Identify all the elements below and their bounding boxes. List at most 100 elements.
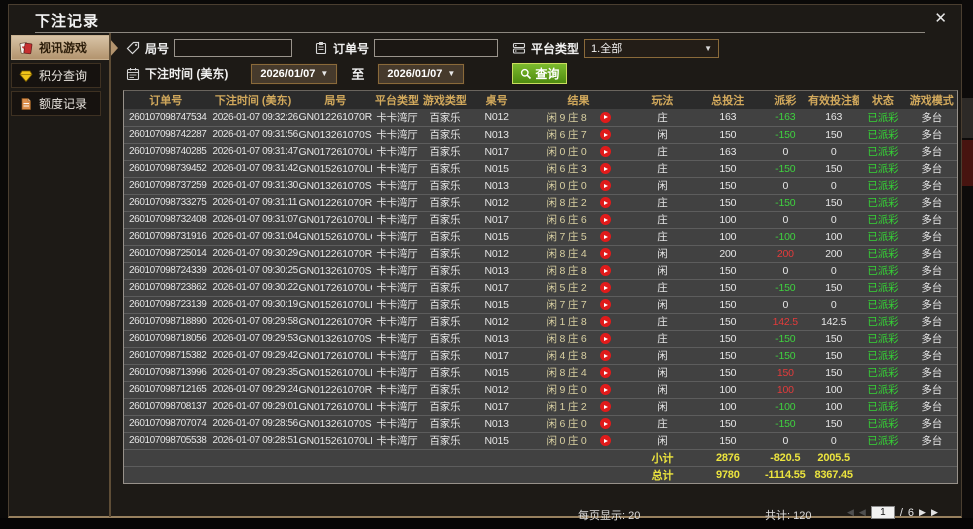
result-text: 闲 0 庄 0 bbox=[546, 180, 587, 192]
play-icon bbox=[603, 302, 608, 307]
cell-status: 已派彩 bbox=[859, 380, 907, 398]
cell-valid-bet: 150 bbox=[808, 278, 860, 296]
cell-valid-bet: 200 bbox=[808, 244, 860, 262]
cell-mode: 多台 bbox=[906, 176, 957, 194]
platform-type-select[interactable]: 1.全部 ▼ bbox=[584, 38, 720, 58]
cell-result: 闲 6 庄 0 bbox=[525, 414, 632, 432]
search-button[interactable]: 查询 bbox=[512, 63, 568, 84]
cell-payout: 200 bbox=[762, 244, 809, 262]
cell-payout: 0 bbox=[762, 261, 809, 279]
cell-game: 百家乐 bbox=[421, 295, 469, 313]
cell-status: 已派彩 bbox=[859, 193, 907, 211]
play-video-button[interactable] bbox=[599, 435, 611, 446]
sidebar-item-quota-records[interactable]: 额度记录 bbox=[11, 91, 101, 116]
play-video-button[interactable] bbox=[599, 418, 611, 429]
sidebar-item-points-query[interactable]: 积分查询 bbox=[11, 63, 101, 88]
play-icon bbox=[603, 421, 608, 426]
play-video-button[interactable] bbox=[599, 282, 611, 293]
cell-table-no: N015 bbox=[468, 227, 526, 245]
cell-bet-on: 闲 bbox=[631, 244, 694, 262]
play-video-button[interactable] bbox=[599, 197, 611, 208]
table-row: 260107098718056 2026-01-07 09:29:53 GN0132… bbox=[124, 329, 957, 347]
cell-payout: -150 bbox=[762, 278, 809, 296]
play-video-button[interactable] bbox=[599, 248, 611, 259]
bet-time-label: 下注时间 (美东) bbox=[145, 67, 229, 81]
play-video-button[interactable] bbox=[599, 367, 611, 378]
cell-platform: 卡卡湾厅 bbox=[372, 278, 422, 296]
round-number-input[interactable] bbox=[174, 39, 293, 57]
table-row: 260107098747534 2026-01-07 09:32:26 GN0122… bbox=[124, 109, 957, 126]
play-video-button[interactable] bbox=[599, 146, 611, 157]
result-text: 闲 0 庄 0 bbox=[546, 146, 587, 158]
cell-table-no: N017 bbox=[468, 397, 526, 415]
cell-status: 已派彩 bbox=[859, 159, 907, 177]
cell-table-no: N012 bbox=[468, 380, 526, 398]
play-video-button[interactable] bbox=[599, 401, 611, 412]
cell-status: 已派彩 bbox=[859, 210, 907, 228]
cell-round: GN013261070SE bbox=[298, 176, 373, 194]
prev-page-icon[interactable]: ◀ bbox=[859, 507, 866, 518]
cell-status: 已派彩 bbox=[859, 295, 907, 313]
table-row: 260107098731916 2026-01-07 09:31:04 GN0152… bbox=[124, 227, 957, 245]
play-icon bbox=[603, 132, 608, 137]
cell-status: 已派彩 bbox=[859, 312, 907, 330]
cell-status: 已派彩 bbox=[867, 111, 899, 124]
play-video-button[interactable] bbox=[599, 333, 611, 344]
close-icon[interactable]: ✕ bbox=[934, 9, 947, 27]
cell-game: 百家乐 bbox=[421, 380, 469, 398]
col-header-game: 游戏类型 bbox=[421, 91, 469, 109]
result-text: 闲 9 庄 0 bbox=[546, 384, 587, 396]
bet-records-table: 订单号 下注时间 (美东) 局号 平台类型 游戏类型 桌号 结果 玩法 总投注 … bbox=[123, 90, 958, 484]
cell-time: 2026-01-07 09:29:35 bbox=[207, 363, 299, 381]
play-video-button[interactable] bbox=[599, 231, 611, 242]
cell-valid-bet: 0 bbox=[808, 176, 860, 194]
play-video-button[interactable] bbox=[599, 384, 611, 395]
play-video-button[interactable] bbox=[599, 163, 611, 174]
date-from-picker[interactable]: 2026/01/07 ▼ bbox=[250, 62, 339, 85]
cell-round: GN015261070LP bbox=[298, 159, 373, 177]
cell-table-no: N015 bbox=[468, 431, 526, 449]
play-icon bbox=[603, 183, 608, 188]
first-page-icon[interactable]: ◀ bbox=[847, 507, 854, 518]
page-number-input[interactable] bbox=[870, 506, 895, 519]
date-to-picker[interactable]: 2026/01/07 ▼ bbox=[377, 62, 466, 85]
cell-order: 260107098718056 bbox=[124, 329, 208, 347]
cell-round: GN015261070LM bbox=[298, 363, 373, 381]
cell-result: 闲 9 庄 0 bbox=[525, 380, 632, 398]
cell-payout: -100 bbox=[762, 397, 809, 415]
next-page-icon[interactable]: ▶ bbox=[919, 507, 926, 518]
total-payout: -1114.55 bbox=[762, 465, 809, 483]
cell-time: 2026-01-07 09:31:47 bbox=[207, 142, 299, 160]
cell-time: 2026-01-07 09:31:56 bbox=[207, 125, 299, 143]
cell-valid-bet: 0 bbox=[808, 261, 860, 279]
cell-valid-bet: 150 bbox=[808, 329, 860, 347]
play-video-button[interactable] bbox=[599, 265, 611, 276]
cell-time: 2026-01-07 09:30:19 bbox=[207, 295, 299, 313]
play-video-button[interactable] bbox=[599, 129, 611, 140]
cell-mode: 多台 bbox=[906, 210, 957, 228]
cell-result: 闲 1 庄 2 bbox=[525, 397, 632, 415]
cell-platform: 卡卡湾厅 bbox=[372, 193, 422, 211]
cell-total-bet: 150 bbox=[693, 278, 763, 296]
cell-result: 闲 6 庄 6 bbox=[525, 210, 632, 228]
chevron-down-icon: ▼ bbox=[704, 43, 713, 53]
order-number-input[interactable] bbox=[374, 39, 499, 57]
cell-round: GN013261070SB bbox=[298, 329, 373, 347]
cell-platform: 卡卡湾厅 bbox=[372, 142, 422, 160]
cell-result: 闲 9 庄 8 bbox=[525, 109, 632, 126]
date-from-value: 2026/01/07 bbox=[260, 67, 316, 80]
play-video-button[interactable] bbox=[599, 316, 611, 327]
cell-mode: 多台 bbox=[906, 227, 957, 245]
cell-result: 闲 6 庄 7 bbox=[525, 125, 632, 143]
play-video-button[interactable] bbox=[599, 111, 611, 123]
play-video-button[interactable] bbox=[599, 299, 611, 310]
play-video-button[interactable] bbox=[599, 180, 611, 191]
sidebar-item-video-games[interactable]: ♥ 视讯游戏 bbox=[11, 35, 118, 60]
play-video-button[interactable] bbox=[599, 214, 611, 225]
cell-mode: 多台 bbox=[906, 329, 957, 347]
cell-time: 2026-01-07 09:29:53 bbox=[207, 329, 299, 347]
last-page-icon[interactable]: ▶ bbox=[931, 507, 938, 518]
total-valid: 8367.45 bbox=[808, 465, 860, 483]
play-video-button[interactable] bbox=[599, 350, 611, 361]
cell-game: 百家乐 bbox=[421, 193, 469, 211]
